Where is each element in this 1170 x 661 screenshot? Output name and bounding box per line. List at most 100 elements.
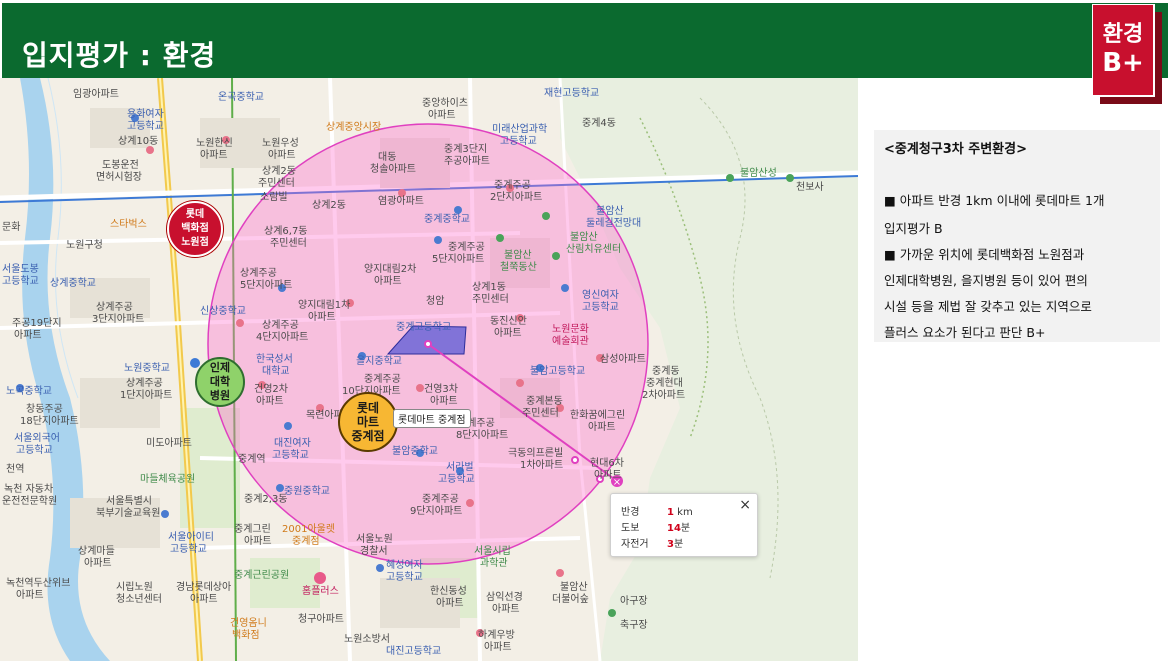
badge-line: 롯데: [356, 401, 380, 415]
map-label: 염광아파트: [378, 196, 424, 207]
map-label: 과학관: [480, 558, 508, 569]
map-label: 삼성아파트: [600, 354, 646, 365]
map-label: 중계역: [238, 454, 266, 465]
map-label: 하계우방: [478, 630, 515, 641]
map-label: 한국성서: [256, 354, 293, 365]
map-label: 현대6차: [590, 458, 624, 469]
page-title: 입지평가 : 환경: [22, 39, 217, 72]
map-label: 중원중학교: [284, 486, 330, 497]
map-label: 주민센터: [258, 178, 295, 189]
close-icon[interactable]: ×: [739, 497, 751, 513]
map-label: 서울시립: [474, 546, 511, 557]
map-label: 청구아파트: [298, 614, 344, 625]
map-label: 중계3단지: [444, 144, 488, 155]
map-label: 서울외국어: [14, 433, 60, 444]
map-label: 아파트: [484, 642, 512, 653]
map-label: 주민센터: [522, 408, 559, 419]
map-label: 동진신안: [490, 316, 527, 327]
map-label: 상계중학교: [50, 278, 96, 289]
map-label: 경남롯데상아: [176, 582, 232, 593]
map-label: 상계2동: [312, 200, 346, 211]
walk-value: 14: [667, 523, 681, 534]
map-label: 고등학교: [2, 276, 39, 287]
map-label: 노원중학교: [124, 363, 170, 374]
map-label: 아파트: [428, 110, 456, 121]
map-label: 대학교: [262, 366, 290, 377]
lotte-mart-tooltip: 롯데마트 중계점: [393, 409, 471, 428]
map-label: 주공아파트: [444, 156, 490, 167]
map-label: 북부기술교육원: [96, 508, 161, 519]
map-label: 용화여자: [127, 109, 164, 120]
map-label: 운전전문학원: [2, 496, 58, 507]
summary-line: 플러스 요소가 된다고 판단 B+: [884, 325, 1046, 340]
map-label: 불암산: [596, 206, 624, 217]
map-label: 아파트: [14, 330, 42, 341]
map-label: 아파트: [594, 470, 622, 481]
map-label: 청소년센터: [116, 594, 162, 605]
map-label: 고등학교: [582, 302, 619, 313]
map-label: 고등학교: [438, 474, 475, 485]
map-label: 8단지아파트: [456, 430, 509, 441]
map-label: 양지대림1차: [298, 300, 351, 311]
lotte-department-store-marker[interactable]: 롯데 백화점 노원점: [167, 201, 223, 257]
map-label: 중계동: [652, 366, 680, 377]
map-label: 백화점: [232, 630, 260, 641]
map-label: 고등학교: [272, 450, 309, 461]
map-label: 아파트: [190, 594, 218, 605]
map-label: 중계점: [292, 536, 320, 547]
map-label: 신상중학교: [200, 306, 246, 317]
map-label: 서울아이티: [168, 532, 214, 543]
map-label: 고등학교: [170, 544, 207, 555]
map-label: 청암: [426, 296, 445, 307]
badge-line: 병원: [209, 389, 231, 402]
map-label: 서울도봉: [2, 264, 39, 275]
map-label: 청솔아파트: [370, 164, 416, 175]
summary-line: 인제대학병원, 을지병원 등이 있어 편의: [884, 273, 1088, 288]
map-label: 대진고등학교: [386, 646, 442, 657]
map-label: 5단지아파트: [432, 254, 485, 265]
map-label: 아파트: [308, 312, 336, 323]
radius-value: 1: [667, 507, 674, 518]
map-label: 건영3차: [424, 384, 458, 395]
map-label: 불암산: [560, 582, 588, 593]
map-label: 서울특별시: [106, 496, 152, 507]
map-label: 시립노원: [116, 582, 153, 593]
bike-unit: 분: [673, 539, 684, 550]
map-label: 녹천 자동차: [4, 484, 54, 495]
map-label: 불암고등학교: [530, 366, 586, 377]
lotte-mart-marker[interactable]: 롯데 마트 중계점: [338, 392, 398, 452]
map-label: 중계중학교: [424, 214, 470, 225]
map-label: 을지중학교: [356, 356, 402, 367]
map-label: 경찰서: [360, 546, 388, 557]
radius-unit: km: [677, 507, 693, 518]
inje-hospital-marker[interactable]: 인제 대학 병원: [195, 357, 245, 407]
map-label: 상계중앙시장: [326, 122, 382, 133]
grade-value: B+: [1102, 48, 1144, 78]
map-label: 철쭉동산: [500, 262, 537, 273]
map-label: 마들체육공원: [140, 474, 196, 485]
map-label: 중계주공: [448, 242, 485, 253]
map-label: 미래산업과학: [492, 124, 548, 135]
map-label: 상계주공: [96, 302, 133, 313]
map-label: 임광아파트: [73, 89, 119, 100]
bike-value: 3: [667, 539, 674, 550]
map-label: 한화꿈에그린: [570, 410, 626, 421]
map-label: 아파트: [244, 536, 272, 547]
map-label: 중계4동: [582, 118, 616, 129]
summary-line: ■ 가까운 위치에 롯데백화점 노원점과: [884, 247, 1085, 262]
map-label: 양지대림2차: [364, 264, 417, 275]
map-label: 재현고등학교: [544, 88, 600, 99]
badge-line: 대학: [209, 375, 231, 388]
summary-title: <중계청구3차 주변환경>: [884, 142, 1027, 157]
bike-row: 자전거 3분: [621, 535, 683, 550]
map-label: 서울노원: [356, 534, 393, 545]
map-label: 중계현대: [646, 378, 683, 389]
map-label: 주공19단지: [12, 318, 62, 329]
map-label: 서라벌: [446, 462, 474, 473]
map-label: 극동의프른빌: [508, 448, 564, 459]
map-label: 천역: [6, 464, 25, 475]
badge-line: 마트: [356, 415, 380, 429]
map-label: 노곡중학교: [6, 386, 52, 397]
map-view[interactable]: × 임광아파트 용화여자 고등학교 도봉운전 면허시험장 노원구청 스타벅스 상…: [0, 78, 858, 661]
badge-line: 롯데: [185, 209, 205, 220]
